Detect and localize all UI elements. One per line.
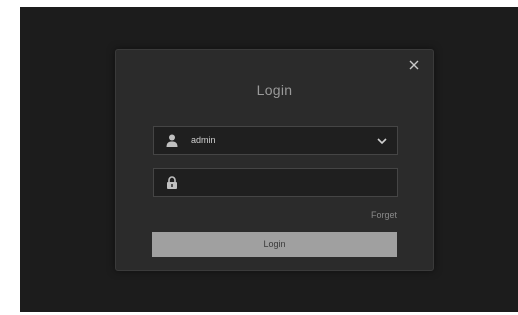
password-field[interactable] [153,168,398,197]
close-button[interactable] [407,58,421,72]
username-select[interactable]: admin [153,126,398,155]
user-icon [166,134,178,147]
close-icon [409,60,419,70]
password-input[interactable] [188,171,392,196]
username-value: admin [191,135,216,145]
screen-background: Login admin Forget Login [20,7,518,312]
forget-link[interactable]: Forget [371,210,397,220]
login-dialog: Login admin Forget Login [115,49,434,271]
login-button[interactable]: Login [152,232,397,257]
lock-icon [167,176,177,189]
chevron-down-icon[interactable] [377,137,387,145]
dialog-title: Login [256,82,293,98]
